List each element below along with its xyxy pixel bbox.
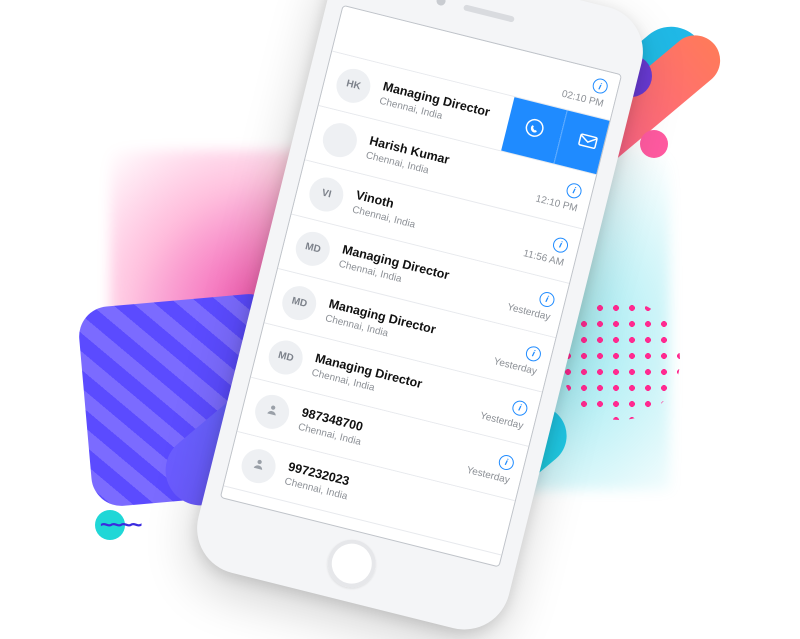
avatar: MD	[279, 282, 320, 323]
avatar: HK	[333, 65, 374, 106]
avatar: VI	[306, 173, 347, 214]
avatar	[252, 391, 293, 432]
avatar	[319, 119, 360, 160]
whatsapp-icon	[520, 115, 548, 147]
info-icon[interactable]	[591, 77, 609, 95]
info-icon[interactable]	[565, 181, 583, 199]
info-icon[interactable]	[552, 236, 570, 254]
avatar: MD	[292, 228, 333, 269]
person-icon	[249, 455, 269, 477]
mail-icon	[573, 128, 601, 160]
info-icon[interactable]	[511, 399, 529, 417]
home-button[interactable]	[323, 535, 381, 593]
info-icon[interactable]	[497, 453, 515, 471]
phone-mockup: 02:10 PM HK Managing Director Chennai, I…	[187, 0, 652, 639]
avatar: MD	[265, 336, 306, 377]
app-screen: 02:10 PM HK Managing Director Chennai, I…	[220, 5, 622, 568]
avatar	[238, 445, 279, 486]
info-icon[interactable]	[524, 344, 542, 362]
info-icon[interactable]	[538, 290, 556, 308]
person-icon	[262, 400, 282, 422]
